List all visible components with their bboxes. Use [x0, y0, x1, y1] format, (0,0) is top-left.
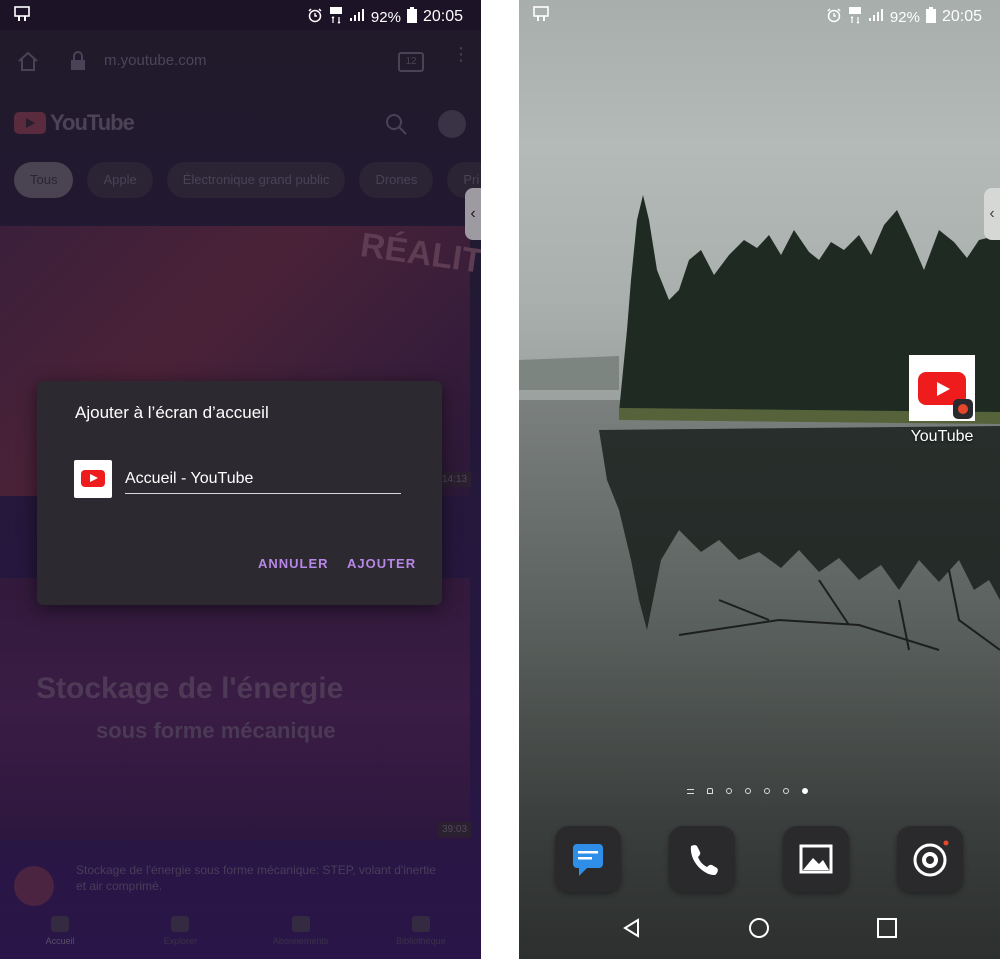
recents-icon[interactable] — [876, 917, 898, 944]
add-to-home-dialog: Ajouter à l’écran d’accueil Accueil - Yo… — [37, 381, 442, 605]
system-nav-bar — [519, 905, 1000, 953]
youtube-shortcut-icon[interactable] — [909, 355, 975, 421]
edge-panel-handle[interactable]: ‹ — [465, 188, 481, 240]
menu-page-icon[interactable] — [687, 788, 694, 794]
alarm-icon — [307, 7, 323, 27]
video-duration: 14:13 — [438, 472, 472, 487]
filter-chips: Tous Apple Électronique grand public Dro… — [14, 162, 481, 198]
browser-url-bar: m.youtube.com 12 ⋮ — [0, 40, 481, 82]
home-button-icon[interactable] — [748, 917, 770, 944]
battery-percent: 92% — [889, 8, 920, 26]
clock: 20:05 — [422, 8, 463, 25]
chip-drones[interactable]: Drones — [359, 162, 434, 198]
right-phone-home-screen: 92% 20:05 ‹ YouTube — [519, 0, 1000, 959]
youtube-logo-text: YouTube — [50, 110, 135, 135]
more-menu-icon[interactable]: ⋮ — [452, 45, 470, 63]
status-bar: 92% 20:05 — [0, 0, 481, 30]
cancel-button[interactable]: ANNULER — [258, 556, 329, 571]
phone-icon[interactable] — [669, 826, 735, 892]
youtube-app-icon — [74, 460, 112, 498]
video-title[interactable]: Stockage de l'énergie sous forme mécaniq… — [76, 862, 436, 894]
channel-avatar[interactable] — [14, 866, 54, 906]
video-thumbnail-2[interactable] — [0, 578, 470, 840]
video-duration: 39:03 — [438, 822, 472, 837]
tabs-count-button[interactable]: 12 — [398, 52, 424, 72]
battery-icon — [406, 7, 417, 27]
dock — [555, 826, 963, 892]
nav-accueil[interactable]: Accueil — [0, 910, 120, 958]
sim-icon — [14, 6, 30, 22]
clock: 20:05 — [941, 8, 982, 25]
lte-icon — [329, 6, 343, 28]
left-phone-screen: m.youtube.com 12 ⋮ YouTube Tous Apple Él… — [0, 0, 481, 959]
page-dot[interactable] — [764, 788, 770, 794]
lock-icon — [68, 50, 88, 77]
lte-icon — [848, 6, 862, 28]
page-dot[interactable] — [783, 788, 789, 794]
page-indicator — [687, 788, 808, 794]
battery-percent: 92% — [370, 8, 401, 26]
nav-explorer[interactable]: Explorer — [120, 910, 240, 958]
chip-apple[interactable]: Apple — [87, 162, 153, 198]
page-dot[interactable] — [726, 788, 732, 794]
shortcut-name-input[interactable]: Accueil - YouTube — [125, 467, 401, 494]
signal-icon — [349, 8, 365, 26]
sim-icon — [533, 6, 549, 22]
status-bar: 92% 20:05 — [519, 0, 1000, 30]
account-avatar[interactable] — [438, 110, 466, 138]
firefox-badge-icon — [953, 399, 973, 419]
chip-tous[interactable]: Tous — [14, 162, 74, 198]
youtube-shortcut-label[interactable]: YouTube — [895, 428, 989, 446]
youtube-bottom-nav: Accueil Explorer Abonnements Bibliothèqu… — [0, 910, 481, 958]
home-icon[interactable] — [16, 50, 40, 77]
thumbnail-subtext: sous forme mécanique — [96, 718, 336, 743]
edge-panel-handle[interactable]: ‹ — [984, 188, 1000, 240]
youtube-play-logo-icon — [14, 112, 46, 134]
camera-icon[interactable] — [897, 826, 963, 892]
home-page-dot[interactable] — [707, 788, 713, 794]
thumbnail-text: Stockage de l'énergie — [36, 672, 344, 705]
url-text[interactable]: m.youtube.com — [104, 52, 207, 69]
dialog-title: Ajouter à l’écran d’accueil — [75, 403, 269, 422]
alarm-icon — [826, 7, 842, 27]
page-dot[interactable] — [745, 788, 751, 794]
youtube-logo: YouTube — [14, 110, 135, 136]
chip-electronique[interactable]: Électronique grand public — [166, 162, 346, 198]
gallery-icon[interactable] — [783, 826, 849, 892]
add-button[interactable]: AJOUTER — [347, 556, 416, 571]
nav-bibliotheque[interactable]: Bibliothèque — [361, 910, 481, 958]
back-icon[interactable] — [621, 917, 643, 944]
battery-icon — [925, 7, 936, 27]
messages-icon[interactable] — [555, 826, 621, 892]
signal-icon — [868, 8, 884, 26]
nav-abonnements[interactable]: Abonnements — [241, 910, 361, 958]
page-dot-current[interactable] — [802, 788, 808, 794]
search-icon[interactable] — [384, 112, 408, 141]
